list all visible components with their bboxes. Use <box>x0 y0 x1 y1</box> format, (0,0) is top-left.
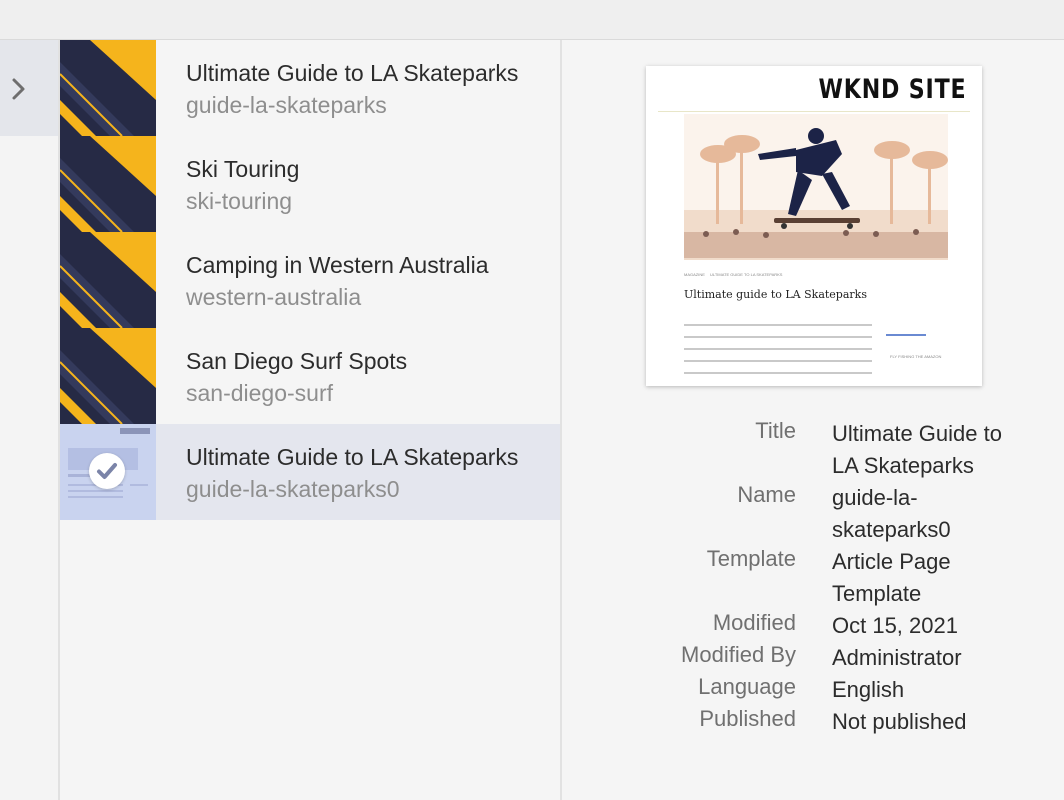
left-rail <box>0 40 60 800</box>
list-item[interactable]: Ski Touring ski-touring <box>60 136 560 232</box>
meta-label: Template <box>706 546 796 571</box>
list-item-selected[interactable]: Ultimate Guide to LA Skateparks guide-la… <box>60 424 560 520</box>
page-name: guide-la-skateparks <box>186 92 387 118</box>
page-name: san-diego-surf <box>186 380 334 406</box>
chevron-right-icon <box>12 78 25 100</box>
page-thumbnail <box>60 232 156 328</box>
page-title: Ultimate Guide to LA Skateparks <box>186 60 519 86</box>
page-preview[interactable]: WKND SITE MAGAZINE ULTIMATE GUIDE TO LA … <box>646 66 982 386</box>
meta-label: Modified <box>712 610 796 635</box>
page-title: Ultimate Guide to LA Skateparks <box>186 444 519 470</box>
page-thumbnail <box>60 424 156 520</box>
meta-value-modified-by: Administrator <box>832 645 962 670</box>
preview-text-line <box>684 336 872 338</box>
checkmark-icon <box>97 463 117 479</box>
meta-value-title: Ultimate Guide to LA Skateparks <box>832 421 1002 478</box>
preview-text-line <box>684 348 872 350</box>
preview-text-line <box>684 360 872 362</box>
top-toolbar <box>0 0 1064 40</box>
meta-label: Name <box>737 482 796 507</box>
preview-hero-image <box>684 114 948 260</box>
meta-value-name: guide-la-skateparks0 <box>832 485 951 542</box>
preview-breadcrumb: MAGAZINE <box>684 272 705 277</box>
list-item[interactable]: Camping in Western Australia western-aus… <box>60 232 560 328</box>
preview-headline: Ultimate guide to LA Skateparks <box>684 288 867 301</box>
meta-label: Modified By <box>681 642 796 667</box>
preview-sidebar-title: FLY FISHING THE AMAZON <box>890 354 942 359</box>
page-thumbnail <box>60 328 156 424</box>
meta-value-modified: Oct 15, 2021 <box>832 613 958 638</box>
page-title: Camping in Western Australia <box>186 252 489 278</box>
page-thumbnail <box>60 40 156 136</box>
details-panel: WKND SITE MAGAZINE ULTIMATE GUIDE TO LA … <box>564 40 1064 800</box>
preview-divider <box>658 111 970 112</box>
preview-text-line <box>684 372 872 374</box>
meta-value-language: English <box>832 677 905 702</box>
page-title: Ski Touring <box>186 156 300 182</box>
meta-label: Language <box>698 674 796 699</box>
page-name: ski-touring <box>186 188 293 214</box>
page-thumbnail <box>60 136 156 232</box>
preview-share-buttons <box>886 334 926 336</box>
page-title: San Diego Surf Spots <box>186 348 408 374</box>
page-name: western-australia <box>186 284 362 310</box>
preview-breadcrumb-current: ULTIMATE GUIDE TO LA SKATEPARKS <box>710 272 783 277</box>
meta-value-template: Article Page Template <box>832 549 951 606</box>
selected-checkmark[interactable] <box>89 453 125 489</box>
page-list: Ultimate Guide to LA Skateparks guide-la… <box>60 40 562 800</box>
meta-label: Published <box>699 706 796 731</box>
preview-logo: WKND SITE <box>818 74 966 105</box>
list-item[interactable]: San Diego Surf Spots san-diego-surf <box>60 328 560 424</box>
page-name: guide-la-skateparks0 <box>186 476 400 502</box>
preview-text-line <box>684 324 872 326</box>
meta-value-published: Not published <box>832 709 967 734</box>
list-item[interactable]: Ultimate Guide to LA Skateparks guide-la… <box>60 40 560 136</box>
expand-column-button[interactable] <box>0 40 58 136</box>
meta-label: Title <box>755 418 796 443</box>
